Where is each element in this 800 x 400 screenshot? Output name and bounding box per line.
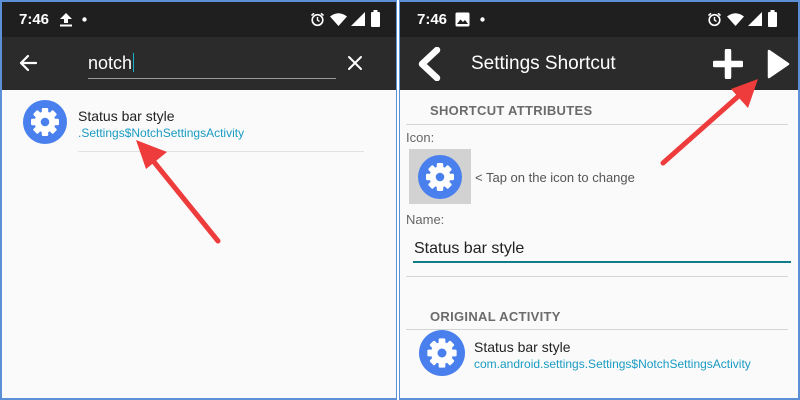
back-chevron-icon[interactable]: [415, 47, 443, 81]
section-header-original-activity: ORIGINAL ACTIVITY: [430, 309, 561, 324]
status-time: 7:46: [417, 11, 448, 28]
add-icon[interactable]: [713, 49, 743, 79]
shortcut-icon-button[interactable]: [409, 149, 471, 204]
original-activity-title: Status bar style: [474, 339, 571, 355]
wifi-icon: [727, 13, 744, 26]
play-run-icon[interactable]: [766, 49, 790, 79]
settings-gear-icon: [23, 100, 67, 144]
wifi-icon: [330, 13, 347, 26]
status-bar: 7:46: [2, 2, 396, 37]
back-arrow-icon[interactable]: [18, 53, 38, 73]
cell-signal-icon: [748, 12, 762, 26]
clear-search-icon[interactable]: [345, 53, 365, 73]
section-divider: [406, 124, 788, 125]
status-bar: 7:46: [400, 2, 798, 37]
right-phone-screen: 7:46 Settings Shortcut SHORTCUT ATTRIBUT…: [399, 0, 800, 400]
alarm-icon: [311, 12, 324, 27]
search-input[interactable]: notch: [88, 53, 135, 74]
icon-label: Icon:: [406, 130, 435, 145]
notification-dot-icon: [480, 17, 485, 22]
search-result-item[interactable]: Status bar style .Settings$NotchSettings…: [2, 90, 396, 154]
section-divider: [406, 276, 788, 277]
left-phone-screen: 7:46 notch Status bar style .Settings$No…: [0, 0, 397, 400]
alarm-icon: [708, 12, 721, 27]
page-title: Settings Shortcut: [471, 53, 616, 74]
app-toolbar: Settings Shortcut: [400, 37, 798, 90]
search-toolbar: notch: [2, 37, 396, 90]
battery-icon: [768, 10, 777, 27]
status-time: 7:46: [19, 11, 50, 28]
notification-dot-icon: [82, 17, 87, 22]
settings-gear-icon: [418, 155, 462, 199]
result-subtitle: .Settings$NotchSettingsActivity: [78, 126, 245, 140]
upload-icon: [60, 13, 72, 27]
result-title: Status bar style: [78, 108, 175, 124]
original-activity-subtitle: com.android.settings.Settings$NotchSetti…: [474, 357, 751, 371]
battery-icon: [371, 10, 380, 27]
text-cursor: [133, 53, 135, 72]
name-label: Name:: [406, 212, 445, 227]
search-underline: [88, 78, 336, 79]
name-field-underline: [413, 261, 791, 263]
icon-hint: < Tap on the icon to change: [475, 170, 635, 185]
settings-gear-icon: [419, 330, 465, 376]
search-query: notch: [88, 53, 133, 73]
name-field[interactable]: Status bar style: [414, 240, 524, 258]
image-icon: [455, 12, 470, 27]
section-header-shortcut-attributes: SHORTCUT ATTRIBUTES: [430, 103, 593, 118]
cell-signal-icon: [351, 12, 365, 26]
list-divider: [78, 151, 364, 152]
